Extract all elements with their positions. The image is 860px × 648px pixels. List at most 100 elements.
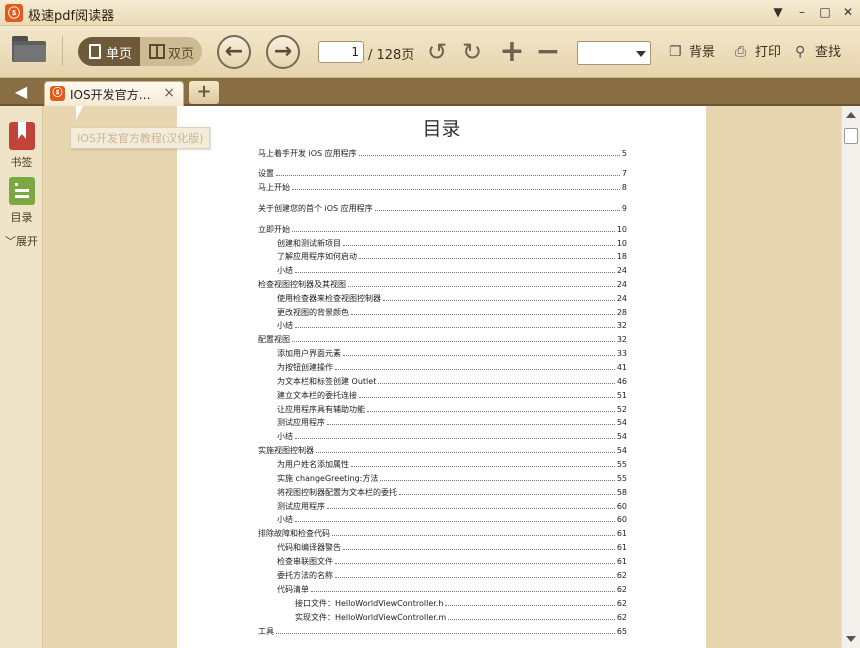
next-page-button[interactable]: → xyxy=(266,35,300,69)
toc-entry-title: 为按钮创建操作 xyxy=(277,363,333,372)
background-button[interactable]: ❐ 背景 xyxy=(669,41,715,63)
document-tab[interactable]: ⓢ IOS开发官方… × xyxy=(44,81,184,106)
toc-entry[interactable]: 代码和编译器警告 61 xyxy=(277,542,627,554)
toc-entry[interactable]: 马上着手开发 iOS 应用程序 5 xyxy=(258,148,627,160)
toc-entry[interactable]: 测试应用程序 54 xyxy=(277,417,627,429)
toc-entry[interactable]: 接口文件：HelloWorldViewController.h 62 xyxy=(295,598,627,610)
toc-entry[interactable]: 为用户姓名添加属性 55 xyxy=(277,459,627,471)
maximize-button[interactable]: □ xyxy=(816,4,834,20)
minimize-button[interactable]: – xyxy=(793,4,811,20)
toc-entry[interactable]: 了解应用程序如何启动 18 xyxy=(277,251,627,263)
toc-entry[interactable]: 让应用程序具有辅助功能 52 xyxy=(277,404,627,416)
toc-entry[interactable]: 小结 32 xyxy=(277,320,627,332)
mouse-cursor-icon xyxy=(76,106,83,120)
toc-entry[interactable]: 添加用户界面元素 33 xyxy=(277,348,627,360)
toc-entry[interactable]: 检查串联图文件 61 xyxy=(277,556,627,568)
toc-entry-title: 小结 xyxy=(277,266,293,275)
toc-entry-title: 马上着手开发 iOS 应用程序 xyxy=(258,149,357,158)
rotate-left-button[interactable]: ↺ xyxy=(423,38,451,66)
zoom-in-button[interactable]: + xyxy=(498,37,526,67)
toc-entry[interactable]: 代码清单 62 xyxy=(277,584,627,596)
find-button[interactable]: ⚲ 查找 xyxy=(795,41,841,63)
scroll-thumb[interactable] xyxy=(844,128,858,144)
toc-entry-title: 检查视图控制器及其视图 xyxy=(258,280,346,289)
toc-entry-page: 61 xyxy=(616,543,627,552)
toc-leader-dots xyxy=(332,528,615,536)
toc-entry[interactable]: 检查视图控制器及其视图 24 xyxy=(258,279,627,291)
vertical-scrollbar[interactable] xyxy=(841,106,860,648)
toc-entry[interactable]: 设置 7 xyxy=(258,168,627,180)
toc-entry[interactable]: 马上开始 8 xyxy=(258,182,627,194)
prev-page-button[interactable]: ← xyxy=(217,35,251,69)
toc-leader-dots xyxy=(399,487,615,495)
toc-entry[interactable]: 实现文件：HelloWorldViewController.m 62 xyxy=(295,612,627,624)
expand-button[interactable]: ﹀展开 xyxy=(0,233,43,249)
toc-leader-dots xyxy=(311,584,615,592)
toc-leader-dots xyxy=(335,362,615,370)
toc-entry[interactable]: 建立文本栏的委托连接 51 xyxy=(277,390,627,402)
toc-entry[interactable]: 立即开始 10 xyxy=(258,224,627,236)
chevron-down-icon: ﹀ xyxy=(5,235,16,248)
toc-leader-dots xyxy=(295,265,615,273)
toc-entry[interactable]: 更改视图的背景颜色 28 xyxy=(277,307,627,319)
toc-entry-page: 62 xyxy=(616,571,627,580)
toc-entry[interactable]: 工具 65 xyxy=(258,626,627,638)
background-label: 背景 xyxy=(689,45,716,60)
toolbar-divider xyxy=(62,36,63,66)
toc-label: 目录 xyxy=(10,211,33,224)
toc-entry-title: 了解应用程序如何启动 xyxy=(277,252,357,261)
toc-entry[interactable]: 委托方法的名称 62 xyxy=(277,570,627,582)
toc-entry[interactable]: 为按钮创建操作 41 xyxy=(277,362,627,374)
document-viewport[interactable]: 目录 马上着手开发 iOS 应用程序 5 设置 7 马上开始 8 关于创建您的首个 iOS … xyxy=(44,106,841,648)
toc-entry[interactable]: 实施 changeGreeting:方法 55 xyxy=(277,473,627,485)
close-window-button[interactable]: ✕ xyxy=(839,4,857,20)
scroll-down-icon[interactable] xyxy=(846,636,856,642)
toc-entry-title: 为用户姓名添加属性 xyxy=(277,460,349,469)
toc-leader-dots xyxy=(445,598,615,606)
toc-entry[interactable]: 实施视图控制器 54 xyxy=(258,445,627,457)
collapse-sidebar-button[interactable]: ◀ xyxy=(8,82,34,102)
toc-entry[interactable]: 配置视图 32 xyxy=(258,334,627,346)
toc-leader-dots xyxy=(359,251,615,259)
toc-entry-title: 创建和测试新项目 xyxy=(277,239,341,248)
printer-icon: ⎙ xyxy=(735,44,747,60)
toc-entry-title: 代码清单 xyxy=(277,585,309,594)
bookmark-button[interactable]: 书签 xyxy=(0,122,43,170)
toc-entry-title: 工具 xyxy=(258,627,274,636)
toc-entry[interactable]: 小结 60 xyxy=(277,514,627,526)
zoom-select[interactable] xyxy=(577,41,651,65)
toc-entry-title: 配置视图 xyxy=(258,335,290,344)
toc-entry-title: 代码和编译器警告 xyxy=(277,543,341,552)
toc-entry[interactable]: 排除故障和检查代码 61 xyxy=(258,528,627,540)
toc-entry-title: 实现文件：HelloWorldViewController.m xyxy=(295,613,447,622)
toc-entry[interactable]: 关于创建您的首个 iOS 应用程序 9 xyxy=(258,203,627,215)
new-tab-button[interactable]: + xyxy=(189,81,219,104)
toc-entry[interactable]: 小结 54 xyxy=(277,431,627,443)
single-page-button[interactable]: 单页 xyxy=(78,37,140,66)
rotate-right-button[interactable]: ↻ xyxy=(458,38,486,66)
scroll-up-icon[interactable] xyxy=(846,112,856,118)
close-tab-icon[interactable]: × xyxy=(163,85,175,101)
toc-entry-page: 46 xyxy=(616,377,627,386)
toc-entry[interactable]: 小结 24 xyxy=(277,265,627,277)
toc-entry[interactable]: 使用检查器来检查视图控制器 24 xyxy=(277,293,627,305)
double-page-button[interactable]: 双页 xyxy=(140,37,202,66)
zoom-out-button[interactable]: − xyxy=(534,37,562,67)
toc-entry-title: 小结 xyxy=(277,515,293,524)
print-button[interactable]: ⎙ 打印 xyxy=(735,41,781,63)
toc-button[interactable]: 目录 xyxy=(0,177,43,225)
window-menu-button[interactable]: ▼ xyxy=(769,4,787,20)
toc-entry[interactable]: 将视图控制器配置为文本栏的委托 58 xyxy=(277,487,627,499)
page-number-input[interactable]: 1 xyxy=(318,41,364,63)
toc-entry-title: 委托方法的名称 xyxy=(277,571,333,580)
open-folder-icon[interactable] xyxy=(12,36,46,62)
toc-entry-page: 62 xyxy=(616,585,627,594)
toc-entry-page: 8 xyxy=(621,183,627,192)
toc-leader-dots xyxy=(343,238,615,246)
toc-entry[interactable]: 为文本栏和标签创建 Outlet 46 xyxy=(277,376,627,388)
toc-entry-title: 小结 xyxy=(277,321,293,330)
toc-leader-dots xyxy=(327,417,615,425)
toc-leader-dots xyxy=(359,390,615,398)
toc-entry[interactable]: 创建和测试新项目 10 xyxy=(277,238,627,250)
toc-entry[interactable]: 测试应用程序 60 xyxy=(277,501,627,513)
